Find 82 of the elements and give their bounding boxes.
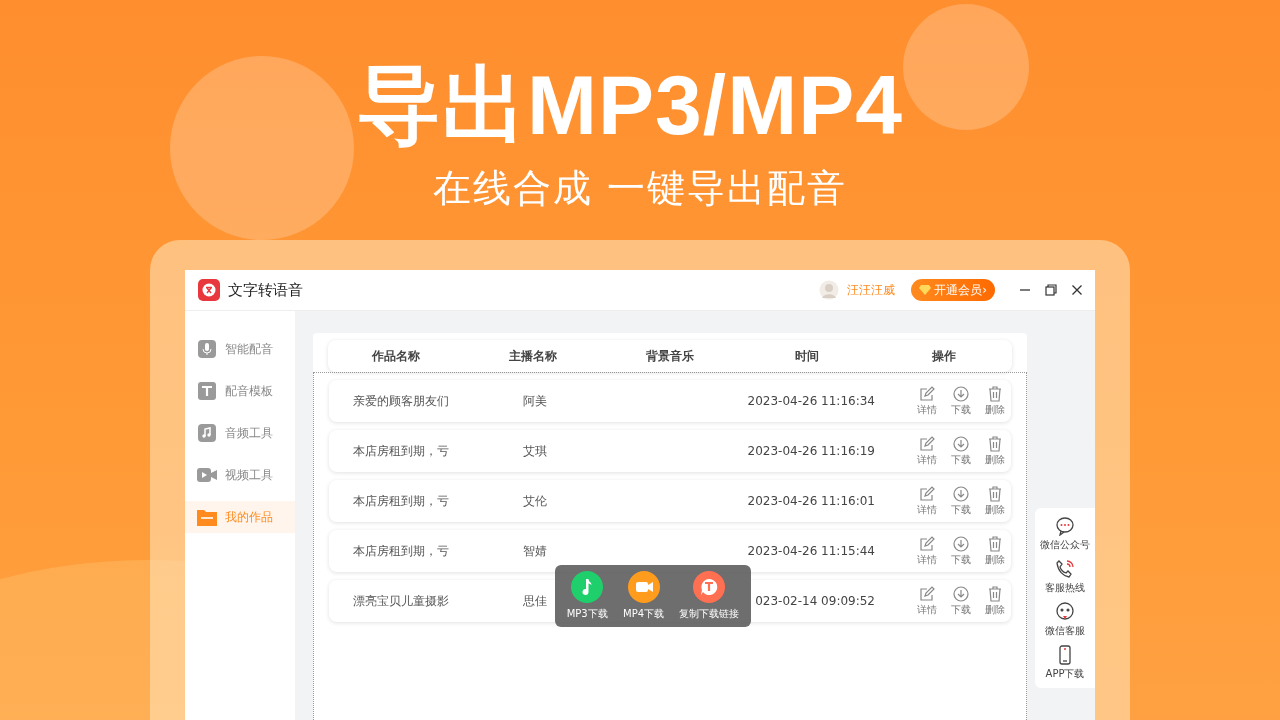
download-icon <box>953 585 969 602</box>
app-title: 文字转语音 <box>228 280 303 300</box>
delete-button[interactable]: 删除 <box>979 435 1011 467</box>
anchor-name: 思佳 <box>523 592 548 610</box>
export-option[interactable]: MP3下载 <box>566 571 608 621</box>
download-icon <box>953 435 969 452</box>
download-button[interactable]: 下载 <box>945 485 977 517</box>
diamond-icon <box>919 285 932 295</box>
close-icon[interactable] <box>1071 284 1083 296</box>
download-icon <box>953 385 969 402</box>
table-row[interactable]: 本店房租到期，亏 艾伦 2023-04-26 11:16:01 详情 下载 删除 <box>329 480 1011 522</box>
work-name: 漂亮宝贝儿童摄影 <box>353 592 450 610</box>
sidebar-item[interactable]: 配音模板 <box>185 375 295 407</box>
download-button[interactable]: 下载 <box>945 435 977 467</box>
details-button[interactable]: 详情 <box>911 385 943 417</box>
column-header: 背景音乐 <box>645 347 695 365</box>
edit-icon <box>919 435 935 452</box>
trash-icon <box>987 485 1003 502</box>
column-header: 主播名称 <box>508 347 559 365</box>
video-camera-icon <box>197 466 217 484</box>
column-header: 操作 <box>930 347 957 365</box>
microphone-icon <box>197 340 217 358</box>
edit-icon <box>919 485 935 502</box>
smiley-icon <box>1055 601 1075 622</box>
hotline-button[interactable]: 客服热线 <box>1045 558 1085 595</box>
customer-service-button[interactable]: 微信客服 <box>1045 601 1085 638</box>
logo-icon <box>198 279 220 301</box>
folder-icon <box>197 508 217 526</box>
work-name: 本店房租到期，亏 <box>353 442 450 460</box>
delete-button[interactable]: 删除 <box>979 585 1011 617</box>
headline: 导出MP3/MP4 <box>357 57 903 154</box>
anchor-name: 艾琪 <box>523 442 548 460</box>
work-name: 本店房租到期，亏 <box>353 542 450 560</box>
table-row[interactable]: 亲爱的顾客朋友们 阿美 2023-04-26 11:16:34 详情 下载 删除 <box>329 380 1011 422</box>
column-header: 作品名称 <box>371 347 422 365</box>
sidebar-item[interactable]: 音频工具 <box>185 417 295 449</box>
download-button[interactable]: 下载 <box>945 585 977 617</box>
edit-icon <box>919 585 935 602</box>
time-text: 2023-04-26 11:16:34 <box>746 394 875 408</box>
download-button[interactable]: 下载 <box>945 535 977 567</box>
trash-icon <box>987 435 1003 452</box>
download-icon <box>953 535 969 552</box>
trash-icon <box>987 535 1003 552</box>
details-button[interactable]: 详情 <box>911 585 943 617</box>
work-name: 亲爱的顾客朋友们 <box>353 392 450 410</box>
work-name: 本店房租到期，亏 <box>353 492 450 510</box>
edit-icon <box>919 535 935 552</box>
trash-icon <box>987 585 1003 602</box>
edit-icon <box>919 385 935 402</box>
sidebar-item[interactable]: 视频工具 <box>185 459 295 491</box>
vip-button[interactable]: 开通会员› <box>911 279 995 301</box>
phone-icon <box>1055 558 1075 579</box>
trash-icon <box>987 385 1003 402</box>
app-download-button[interactable]: APP下载 <box>1045 644 1085 681</box>
details-button[interactable]: 详情 <box>911 535 943 567</box>
download-button[interactable]: 下载 <box>945 385 977 417</box>
delete-button[interactable]: 删除 <box>979 385 1011 417</box>
table-row[interactable]: 本店房租到期，亏 艾琪 2023-04-26 11:16:19 详情 下载 删除 <box>329 430 1011 472</box>
delete-button[interactable]: 删除 <box>979 535 1011 567</box>
avatar-icon <box>819 280 840 300</box>
column-header: 时间 <box>793 347 820 365</box>
anchor-name: 艾伦 <box>523 492 548 510</box>
download-icon <box>953 485 969 502</box>
wechat-account-button[interactable]: 微信公众号 <box>1040 515 1090 552</box>
export-option[interactable]: 复制下载链接 <box>679 571 740 621</box>
text-icon <box>197 382 217 400</box>
details-button[interactable]: 详情 <box>911 485 943 517</box>
music-note-icon <box>197 424 217 442</box>
time-text: 2023-04-26 11:15:44 <box>746 544 875 558</box>
time-text: 023-02-14 09:09:52 <box>754 594 875 608</box>
restore-icon[interactable] <box>1045 284 1057 296</box>
table-row[interactable]: 本店房租到期，亏 智婧 2023-04-26 11:15:44 详情 下载 删除 <box>329 530 1011 572</box>
subheadline: 在线合成 一键导出配音 <box>432 165 848 212</box>
time-text: 2023-04-26 11:16:19 <box>746 444 875 458</box>
chat-bubble-icon <box>1055 515 1075 536</box>
details-button[interactable]: 详情 <box>911 435 943 467</box>
sidebar-item[interactable]: 智能配音 <box>185 333 295 365</box>
anchor-name: 阿美 <box>523 392 548 410</box>
delete-button[interactable]: 删除 <box>979 485 1011 517</box>
time-text: 2023-04-26 11:16:01 <box>746 494 875 508</box>
export-option[interactable]: MP4下载 <box>623 571 665 621</box>
anchor-name: 智婧 <box>523 542 548 560</box>
